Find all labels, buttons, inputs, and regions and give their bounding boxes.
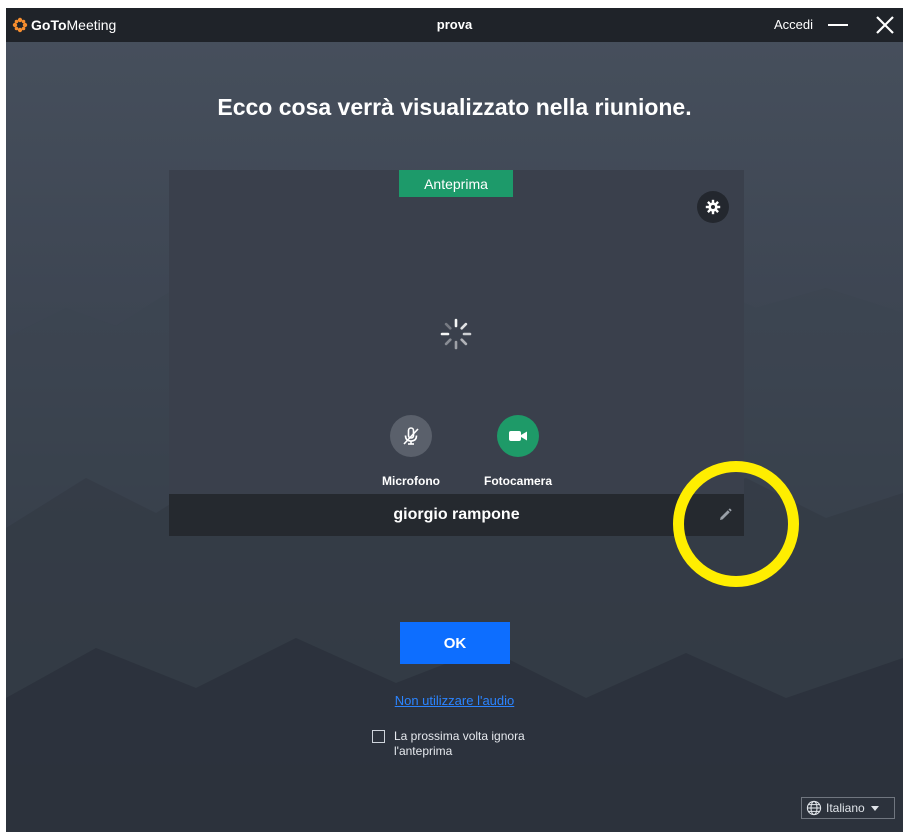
language-label: Italiano bbox=[826, 801, 865, 815]
sign-in-link[interactable]: Accedi bbox=[774, 17, 813, 32]
language-selector[interactable]: Italiano bbox=[801, 797, 895, 819]
skip-preview-label: La prossima volta ignora l'anteprima bbox=[394, 729, 525, 758]
window-title: prova bbox=[436, 17, 473, 32]
settings-gear-icon bbox=[705, 199, 721, 215]
ok-button[interactable]: OK bbox=[400, 622, 510, 664]
camera-toggle-button[interactable] bbox=[497, 415, 539, 457]
microphone-toggle-button[interactable] bbox=[390, 415, 432, 457]
camera-label: Fotocamera bbox=[483, 474, 553, 488]
page-heading: Ecco cosa verrà visualizzato nella riuni… bbox=[217, 94, 692, 120]
video-preview-panel: Anteprima Microfono Fotocamera giorgio r… bbox=[169, 170, 744, 536]
close-button[interactable] bbox=[874, 14, 896, 36]
minimize-icon bbox=[828, 24, 848, 26]
preview-badge: Anteprima bbox=[399, 170, 513, 197]
globe-icon bbox=[806, 800, 822, 816]
chevron-down-icon bbox=[870, 805, 879, 811]
no-audio-link[interactable]: Non utilizzare l'audio bbox=[6, 693, 903, 708]
highlight-annotation-circle bbox=[673, 461, 799, 587]
close-icon bbox=[876, 16, 894, 34]
settings-button[interactable] bbox=[697, 191, 729, 223]
participant-name: giorgio rampone bbox=[393, 506, 520, 523]
goto-meeting-window: GoTo Meeting prova Accedi Ecco cosa verrà… bbox=[6, 8, 903, 832]
microphone-label: Microfono bbox=[382, 474, 440, 488]
participant-name-bar: giorgio rampone bbox=[169, 494, 744, 536]
minimize-button[interactable] bbox=[826, 16, 850, 34]
skip-preview-option: La prossima volta ignora l'anteprima bbox=[372, 729, 564, 759]
video-camera-icon bbox=[509, 431, 527, 441]
skip-preview-checkbox[interactable] bbox=[372, 730, 385, 743]
title-bar: GoTo Meeting prova Accedi bbox=[6, 8, 903, 42]
microphone-muted-icon bbox=[403, 427, 419, 445]
loading-spinner-icon bbox=[440, 318, 472, 350]
